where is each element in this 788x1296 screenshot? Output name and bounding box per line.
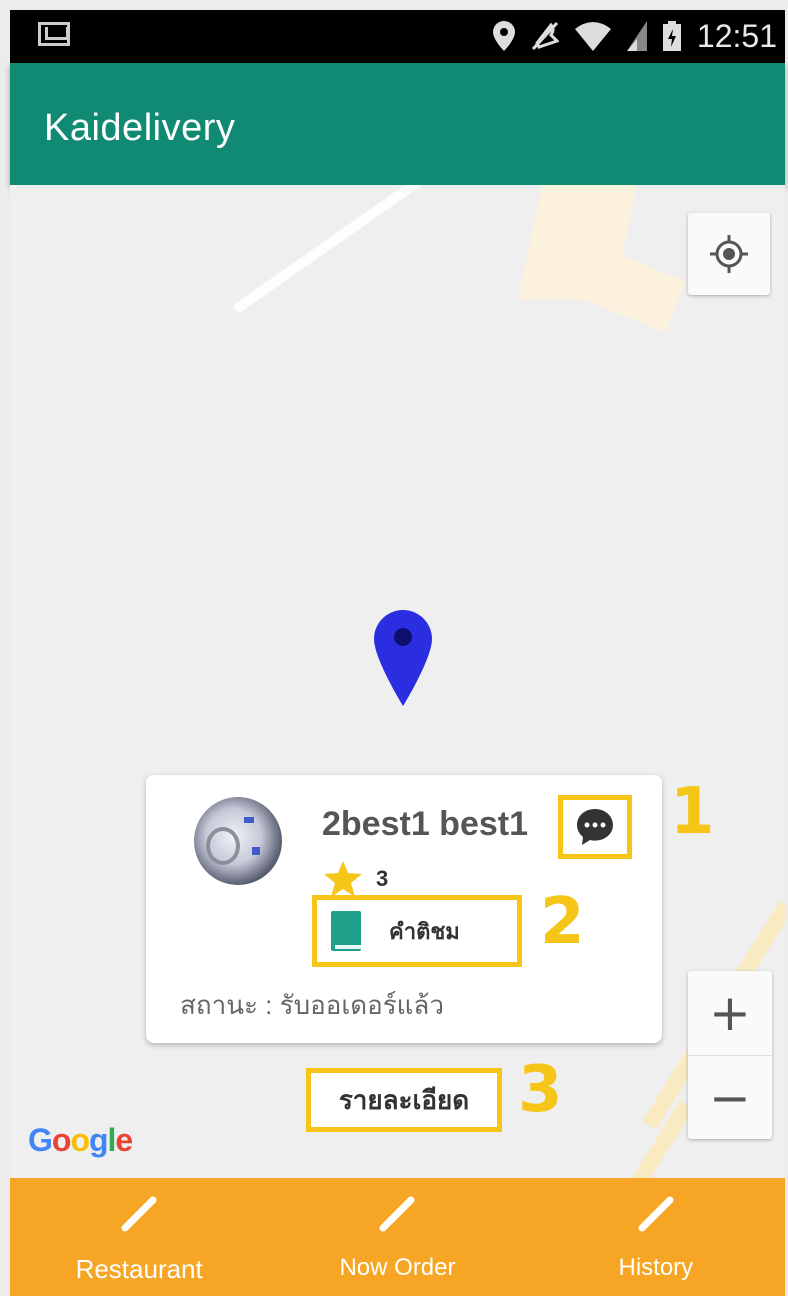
location-icon (492, 21, 515, 51)
map-view[interactable]: 2best1 best1 3 คำติชม สถานะ : รับออเดอร์… (10, 185, 785, 1178)
battery-icon (662, 21, 681, 51)
nav-history[interactable]: History (527, 1178, 785, 1296)
nav-label: Restaurant (75, 1254, 203, 1284)
rating-row: 3 (324, 861, 388, 897)
status-bar: 12:51 (10, 10, 785, 63)
app-title: Kaidelivery (44, 107, 236, 149)
nav-restaurant[interactable]: Restaurant (10, 1178, 268, 1296)
chat-button[interactable] (558, 795, 632, 859)
avatar (194, 797, 282, 885)
mail-icon (38, 22, 70, 46)
info-window[interactable]: 2best1 best1 3 คำติชม สถานะ : รับออเดอร์… (146, 775, 662, 1043)
my-location-button[interactable] (688, 213, 770, 295)
zoom-controls: + − (688, 971, 772, 1139)
map-marker-icon[interactable] (374, 610, 432, 706)
bottom-navigation: Restaurant Now Order History (10, 1178, 785, 1296)
my-location-icon (710, 235, 748, 273)
signal-icon (626, 21, 647, 51)
customer-name: 2best1 best1 (322, 805, 528, 843)
status-time: 12:51 (696, 17, 777, 54)
wifi-icon (574, 22, 611, 51)
map-road (542, 1100, 694, 1178)
mute-icon (531, 21, 559, 51)
callout-1: 1 (670, 775, 715, 849)
pencil-icon (379, 1196, 415, 1232)
star-icon (324, 861, 362, 897)
google-logo: Google (28, 1122, 133, 1158)
callout-2: 2 (540, 885, 585, 959)
chat-bubble-icon (577, 809, 613, 845)
app-bar: Kaidelivery (10, 63, 785, 185)
callout-3: 3 (518, 1053, 563, 1127)
order-status: สถานะ : รับออเดอร์แล้ว (180, 990, 444, 1020)
nav-now-order[interactable]: Now Order (268, 1178, 526, 1296)
pencil-icon (638, 1196, 674, 1232)
pencil-icon (121, 1196, 157, 1232)
rating-value: 3 (376, 866, 389, 891)
detail-button[interactable]: รายละเอียด (306, 1068, 502, 1132)
review-button[interactable]: คำติชม (312, 895, 522, 967)
book-icon (331, 911, 361, 951)
nav-label: Now Order (339, 1254, 456, 1281)
map-road (232, 185, 451, 315)
zoom-out-button[interactable]: − (688, 1056, 772, 1140)
review-label: คำติชม (389, 918, 460, 944)
status-icons: 12:51 (492, 17, 777, 54)
nav-label: History (618, 1254, 694, 1281)
zoom-in-button[interactable]: + (688, 971, 772, 1055)
